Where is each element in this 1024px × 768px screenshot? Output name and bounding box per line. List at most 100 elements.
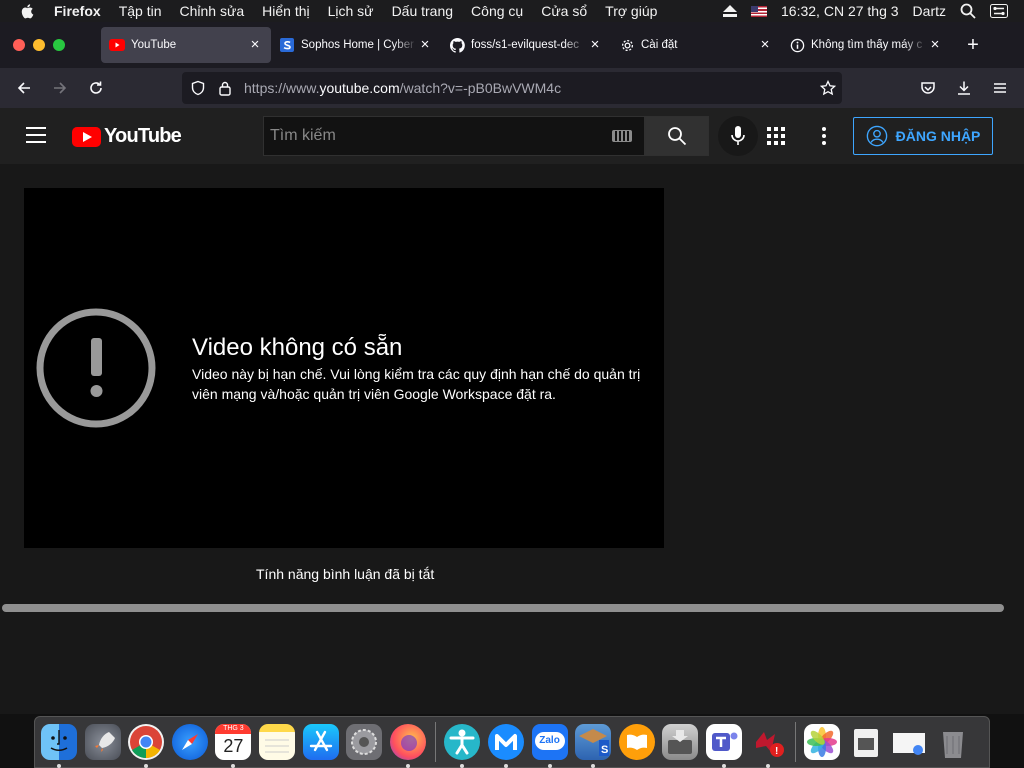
accessibility-app-icon[interactable] bbox=[444, 724, 481, 768]
app-store-icon[interactable] bbox=[302, 724, 339, 760]
app-menu-hamburger-icon[interactable] bbox=[984, 72, 1016, 104]
github-icon bbox=[449, 37, 465, 53]
bookmark-star-icon[interactable] bbox=[820, 80, 836, 96]
close-tab-icon[interactable]: × bbox=[587, 37, 603, 53]
notes-icon[interactable] bbox=[258, 724, 295, 760]
apps-grid-icon[interactable] bbox=[764, 124, 788, 148]
menu-edit[interactable]: Chỉnh sửa bbox=[180, 3, 245, 19]
search-input[interactable] bbox=[264, 127, 612, 145]
menu-bar-status-area: 16:32, CN 27 thg 3 Dartz bbox=[723, 0, 1008, 22]
youtube-logo-text: YouTube bbox=[104, 125, 182, 147]
pocket-icon[interactable] bbox=[912, 72, 944, 104]
photos-icon[interactable] bbox=[804, 724, 841, 760]
tab-settings[interactable]: Cài đặt × bbox=[611, 27, 781, 63]
more-options-icon[interactable] bbox=[812, 124, 836, 148]
disk-utility-icon[interactable] bbox=[662, 724, 699, 760]
books-icon[interactable] bbox=[618, 724, 655, 760]
tab-title: YouTube bbox=[131, 39, 177, 51]
tab-title: Không tìm thấy máy c bbox=[811, 39, 923, 51]
system-preferences-icon[interactable] bbox=[346, 724, 383, 760]
microphone-icon bbox=[731, 126, 745, 145]
trash-icon[interactable] bbox=[935, 724, 971, 760]
youtube-page: YouTube ĐĂNG NHẬP Video không có sẵn Vid… bbox=[0, 108, 1024, 714]
search-button[interactable] bbox=[645, 116, 709, 156]
close-tab-icon[interactable]: × bbox=[927, 37, 943, 53]
menu-help[interactable]: Trợ giúp bbox=[605, 3, 657, 19]
forward-arrow-icon[interactable] bbox=[44, 72, 76, 104]
url-domain: youtube.com bbox=[319, 80, 400, 96]
menu-history[interactable]: Lịch sử bbox=[328, 3, 374, 19]
menu-bar-user[interactable]: Dartz bbox=[913, 3, 946, 19]
tracking-protection-shield-icon[interactable] bbox=[190, 80, 206, 96]
sophos-app-icon[interactable]: S bbox=[575, 724, 612, 768]
screenshot-thumbnail-icon[interactable] bbox=[891, 724, 927, 760]
new-tab-button[interactable]: + bbox=[959, 31, 987, 59]
reload-icon[interactable] bbox=[80, 72, 112, 104]
youtube-header: YouTube ĐĂNG NHẬP bbox=[0, 108, 1024, 164]
minimize-window-button[interactable] bbox=[33, 39, 45, 51]
warning-exclamation-icon bbox=[36, 308, 156, 428]
url-prefix: https://www. bbox=[244, 80, 320, 96]
menu-tools[interactable]: Công cụ bbox=[471, 3, 523, 19]
malwarebytes-icon[interactable] bbox=[487, 724, 524, 768]
preview-icon[interactable] bbox=[848, 724, 884, 760]
horizontal-scrollbar[interactable] bbox=[2, 604, 1004, 612]
tab-sophos[interactable]: Sophos Home | Cyber × bbox=[271, 27, 441, 63]
svg-text:!: ! bbox=[775, 746, 778, 757]
guide-menu-icon[interactable] bbox=[26, 127, 46, 143]
sign-in-label: ĐĂNG NHẬP bbox=[895, 128, 981, 144]
menu-window[interactable]: Cửa sổ bbox=[541, 3, 587, 19]
dock-separator bbox=[435, 722, 437, 762]
back-arrow-icon[interactable] bbox=[8, 72, 40, 104]
tab-server-not-found[interactable]: Không tìm thấy máy c × bbox=[781, 27, 951, 63]
control-center-icon[interactable] bbox=[990, 4, 1008, 18]
downloads-icon[interactable] bbox=[948, 72, 980, 104]
apple-icon[interactable] bbox=[20, 3, 36, 19]
tab-title: Sophos Home | Cyber bbox=[301, 39, 414, 51]
macos-menu-bar: Firefox Tập tin Chỉnh sửa Hiển thị Lịch … bbox=[0, 0, 1024, 22]
eject-icon[interactable] bbox=[723, 5, 738, 17]
keyboard-icon[interactable] bbox=[612, 130, 632, 142]
close-window-button[interactable] bbox=[13, 39, 25, 51]
close-tab-icon[interactable]: × bbox=[757, 37, 773, 53]
calendar-icon[interactable]: THG 3 27 bbox=[215, 724, 252, 768]
app-with-notification-badge-icon[interactable]: ! bbox=[750, 724, 786, 768]
window-controls bbox=[13, 39, 65, 51]
menu-view[interactable]: Hiển thị bbox=[262, 3, 309, 19]
tab-title: foss/s1-evilquest-dec bbox=[471, 39, 580, 51]
address-bar[interactable]: https://www.youtube.com/watch?v=-pB0BwVW… bbox=[182, 72, 842, 104]
error-title: Video không có sẵn bbox=[192, 334, 403, 361]
url-text[interactable]: https://www.youtube.com/watch?v=-pB0BwVW… bbox=[244, 80, 561, 96]
menu-app-name[interactable]: Firefox bbox=[54, 3, 101, 19]
menu-bookmarks[interactable]: Dấu trang bbox=[392, 3, 453, 19]
tab-github[interactable]: foss/s1-evilquest-dec × bbox=[441, 27, 611, 63]
sign-in-button[interactable]: ĐĂNG NHẬP bbox=[853, 117, 993, 155]
menu-file[interactable]: Tập tin bbox=[119, 3, 162, 19]
dock-area: THG 3 27 Zalo S ! bbox=[0, 714, 1024, 768]
info-icon bbox=[789, 37, 805, 53]
firefox-icon[interactable] bbox=[389, 724, 426, 768]
launchpad-icon[interactable] bbox=[84, 724, 121, 760]
input-source-flag-icon[interactable] bbox=[751, 5, 768, 17]
browser-navigation-bar: https://www.youtube.com/watch?v=-pB0BwVW… bbox=[0, 68, 1024, 108]
close-tab-icon[interactable]: × bbox=[247, 37, 263, 53]
voice-search-button[interactable] bbox=[718, 116, 758, 156]
search-box bbox=[263, 116, 645, 156]
zalo-icon[interactable]: Zalo bbox=[531, 724, 568, 768]
close-tab-icon[interactable]: × bbox=[417, 37, 433, 53]
error-message: Video này bị hạn chế. Vui lòng kiểm tra … bbox=[192, 366, 641, 402]
youtube-icon bbox=[109, 37, 125, 53]
video-player[interactable]: Video không có sẵn Video này bị hạn chế.… bbox=[24, 188, 664, 548]
youtube-logo[interactable]: YouTube bbox=[72, 125, 182, 148]
zoom-window-button[interactable] bbox=[53, 39, 65, 51]
spotlight-search-icon[interactable] bbox=[960, 3, 976, 19]
svg-text:S: S bbox=[601, 744, 608, 756]
chrome-icon[interactable] bbox=[128, 724, 165, 768]
lock-icon[interactable] bbox=[218, 80, 232, 96]
url-path: /watch?v=-pB0BwVWM4c bbox=[399, 80, 562, 96]
safari-icon[interactable] bbox=[171, 724, 208, 760]
tab-youtube[interactable]: YouTube × bbox=[101, 27, 271, 63]
finder-icon[interactable] bbox=[41, 724, 77, 768]
menu-bar-clock[interactable]: 16:32, CN 27 thg 3 bbox=[781, 3, 899, 19]
teams-icon[interactable] bbox=[705, 724, 742, 768]
